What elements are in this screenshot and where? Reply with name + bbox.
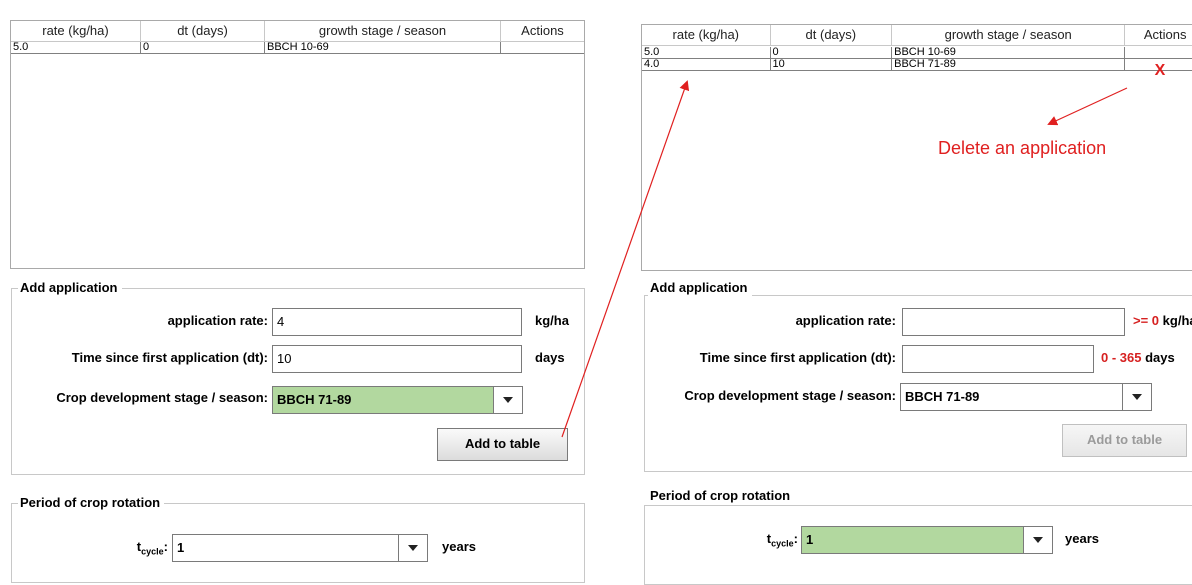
arrow-delete-pointer (1047, 87, 1128, 126)
annotation-arrows (561, 80, 1128, 438)
arrow-add-to-row (561, 80, 690, 438)
